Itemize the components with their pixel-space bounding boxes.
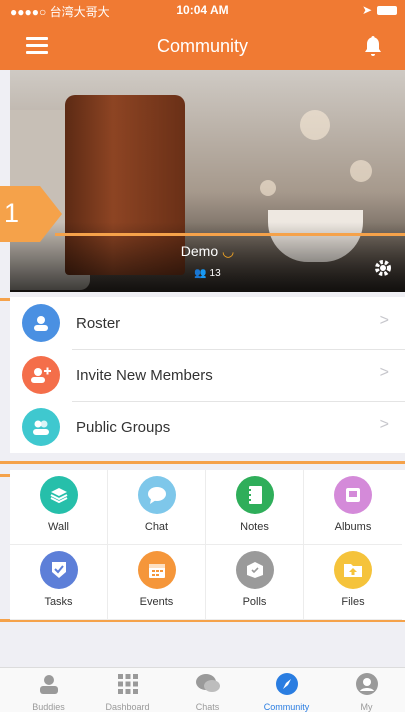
gear-icon[interactable] — [373, 258, 393, 278]
grid-item-label: Files — [341, 596, 365, 608]
grid-item-events[interactable]: Events — [108, 545, 206, 620]
member-count: 👥 13 — [194, 268, 221, 279]
community-name-text: Demo — [180, 243, 219, 259]
add-user-icon — [22, 356, 60, 394]
check-shield-icon — [39, 551, 78, 589]
battery-icon — [377, 5, 397, 15]
tab-my[interactable]: My — [326, 672, 405, 712]
menu-item-invite[interactable]: Invite New Members > — [10, 349, 405, 401]
navigation-bar: Community — [0, 20, 405, 70]
tab-label: My — [360, 702, 373, 712]
calendar-icon — [137, 551, 176, 589]
grid-item-files[interactable]: Files — [304, 545, 402, 620]
tab-label: Community — [263, 702, 310, 712]
grid-item-label: Wall — [48, 521, 69, 533]
tab-label: Buddies — [32, 702, 65, 712]
annotation-number: 1 — [4, 198, 20, 228]
tab-dashboard[interactable]: Dashboard — [87, 672, 168, 712]
grid-item-notes[interactable]: Notes — [206, 470, 304, 545]
grid-item-wall[interactable]: Wall — [10, 470, 108, 545]
user-icon — [22, 304, 60, 342]
profile-icon — [355, 673, 378, 695]
grid-item-label: Polls — [242, 596, 267, 608]
status-bar: ●●●●○ 台湾大哥大 10:04 AM ➤ — [0, 0, 405, 20]
grid-item-label: Notes — [240, 521, 269, 533]
person-icon — [39, 675, 58, 694]
grid-item-chat[interactable]: Chat — [108, 470, 206, 545]
community-menu: Roster > Invite New Members > Public Gro… — [10, 297, 405, 453]
bell-icon[interactable] — [361, 34, 385, 58]
grid-item-label: Albums — [334, 521, 372, 533]
left-margin — [0, 70, 10, 667]
grid-item-label: Chat — [144, 521, 169, 533]
ballot-box-icon — [235, 551, 274, 589]
folder-icon — [334, 551, 372, 589]
grid-item-label: Events — [139, 596, 174, 608]
chevron-right-icon: > — [379, 364, 389, 381]
crown-icon: ◡ — [222, 243, 235, 259]
location-icon: ➤ — [361, 3, 372, 17]
bokeh-light — [260, 180, 276, 196]
grid-item-albums[interactable]: Albums — [304, 470, 402, 545]
menu-item-roster[interactable]: Roster > — [10, 297, 405, 349]
grid-item-tasks[interactable]: Tasks — [10, 545, 108, 620]
tab-chats[interactable]: Chats — [167, 672, 248, 712]
chat-icon — [195, 674, 220, 692]
tab-bar: Buddies Dashboard Chats Community My — [0, 667, 405, 712]
chat-bubble-icon — [137, 476, 176, 514]
grid-item-polls[interactable]: Polls — [206, 545, 304, 620]
chevron-right-icon: > — [379, 416, 389, 433]
community-name: Demo ◡ — [10, 243, 405, 260]
clock: 10:04 AM — [176, 3, 229, 17]
tab-label: Chats — [195, 702, 220, 712]
annotation-line — [55, 233, 405, 236]
bokeh-light — [350, 160, 372, 182]
menu-item-label: Public Groups — [76, 418, 171, 436]
page-title: Community — [156, 36, 249, 56]
menu-item-label: Roster — [76, 314, 121, 332]
tab-community[interactable]: Community — [246, 672, 327, 712]
bokeh-light — [300, 110, 330, 140]
member-count-text: 13 — [209, 268, 221, 279]
compass-icon — [275, 673, 298, 695]
status-icons: ➤ — [362, 3, 397, 17]
feature-grid: Wall Chat Notes Albums Tasks Events Poll… — [10, 470, 405, 620]
annotation-line — [0, 461, 405, 464]
layers-icon — [39, 476, 78, 514]
notebook-icon — [235, 476, 274, 514]
group-icon — [22, 408, 60, 446]
album-icon — [334, 476, 372, 514]
tab-buddies[interactable]: Buddies — [8, 672, 89, 712]
menu-item-public-groups[interactable]: Public Groups > — [10, 401, 405, 453]
grid-item-label: Tasks — [44, 596, 73, 608]
menu-item-label: Invite New Members — [76, 366, 213, 384]
grid-icon — [117, 674, 138, 694]
tab-label: Dashboard — [105, 702, 150, 712]
chevron-right-icon: > — [379, 312, 389, 329]
community-cover: Demo ◡ 👥 13 — [10, 70, 405, 292]
